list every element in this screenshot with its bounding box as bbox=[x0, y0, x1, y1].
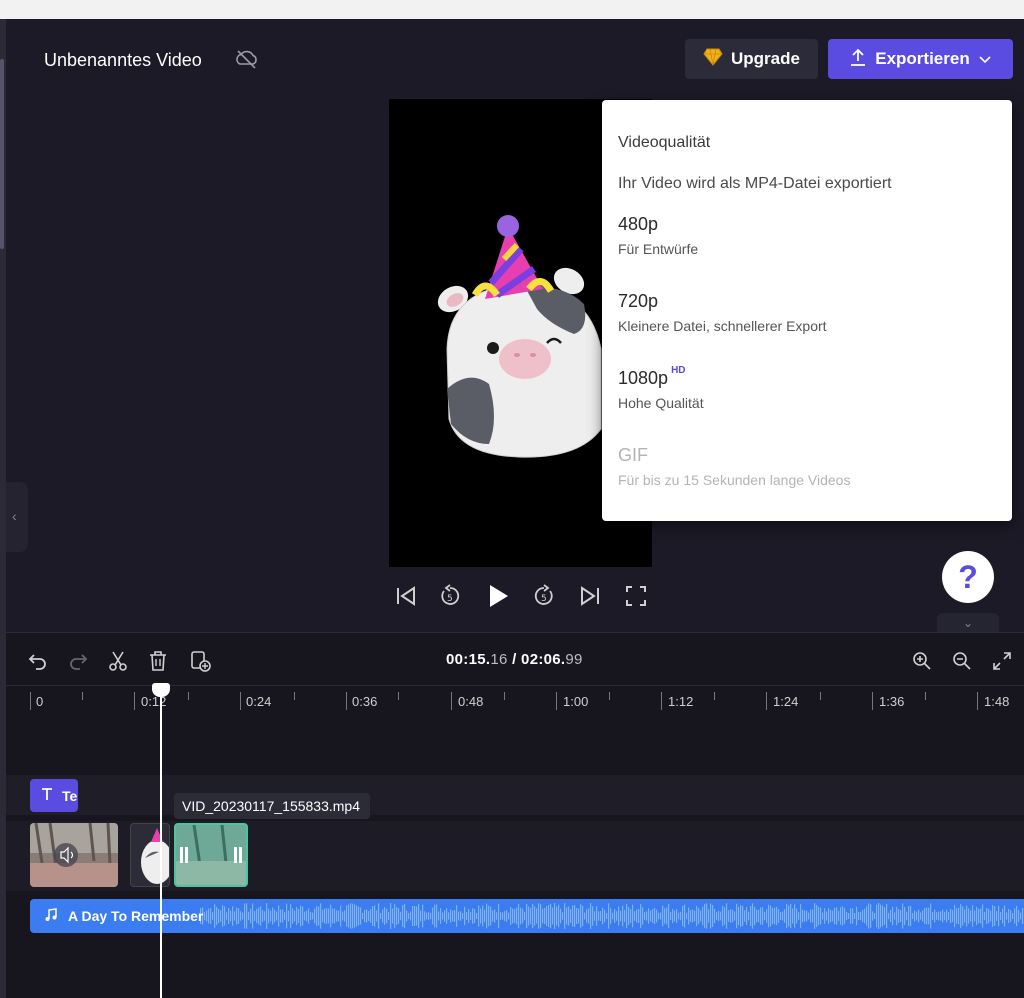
upload-icon bbox=[849, 47, 867, 72]
fullscreen-icon[interactable] bbox=[622, 582, 650, 610]
option-480p[interactable]: 480p Für Entwürfe bbox=[618, 214, 998, 257]
option-1080p[interactable]: 1080p HD Hohe Qualität bbox=[618, 365, 998, 411]
option-label: GIF bbox=[618, 445, 648, 465]
zoom-out-icon[interactable] bbox=[950, 649, 974, 673]
option-label: 1080p bbox=[618, 368, 669, 388]
ruler-label: 0:36 bbox=[352, 694, 378, 709]
forward-5-icon[interactable]: 5 bbox=[530, 582, 558, 610]
sticker-clip[interactable] bbox=[130, 823, 170, 887]
video-clip-1[interactable] bbox=[30, 823, 118, 887]
browser-top-strip bbox=[0, 0, 1024, 19]
upgrade-button[interactable]: Upgrade bbox=[685, 39, 818, 79]
editor-header: Unbenanntes Video Upgrade Exportieren bbox=[6, 19, 1024, 89]
menu-subtitle: Ihr Video wird als MP4-Datei exportiert bbox=[618, 175, 892, 192]
clip-thumbnail bbox=[30, 823, 118, 887]
audio-clip[interactable]: A Day To Remember bbox=[30, 899, 1024, 933]
option-label: 720p bbox=[618, 291, 659, 311]
zoom-in-icon[interactable] bbox=[910, 649, 934, 673]
skip-forward-icon[interactable] bbox=[576, 582, 604, 610]
undo-icon[interactable] bbox=[26, 649, 50, 673]
option-label: 480p bbox=[618, 214, 659, 234]
option-description: Für bis zu 15 Sekunden lange Videos bbox=[618, 472, 851, 488]
ruler-label: 1:24 bbox=[773, 694, 799, 709]
help-button[interactable]: ? bbox=[942, 551, 994, 603]
timecode: 00:15.16 / 02:06.99 bbox=[446, 651, 583, 668]
upgrade-label: Upgrade bbox=[731, 49, 800, 68]
clip-thumbnail bbox=[176, 825, 246, 885]
playhead-handle[interactable] bbox=[152, 683, 170, 697]
project-title[interactable]: Unbenanntes Video bbox=[44, 50, 202, 71]
option-description: Für Entwürfe bbox=[618, 241, 699, 257]
redo-icon[interactable] bbox=[66, 649, 90, 673]
left-panel-toggle[interactable]: ‹ bbox=[6, 482, 28, 552]
export-quality-menu: Videoqualität Ihr Video wird als MP4-Dat… bbox=[602, 100, 1012, 521]
text-clip-label: Te bbox=[62, 787, 78, 804]
option-description: Hohe Qualität bbox=[618, 395, 704, 411]
option-720p[interactable]: 720p Kleinere Datei, schnellerer Export bbox=[618, 291, 998, 334]
ruler-label: 0 bbox=[36, 694, 44, 709]
text-clip[interactable]: Te bbox=[30, 779, 78, 812]
play-icon[interactable] bbox=[484, 582, 512, 610]
playhead[interactable] bbox=[160, 685, 162, 998]
audio-clip-label: A Day To Remember bbox=[68, 908, 204, 924]
export-label: Exportieren bbox=[875, 49, 970, 68]
chevron-left-icon: ‹ bbox=[12, 508, 17, 524]
trash-icon[interactable] bbox=[146, 649, 170, 673]
ruler-label: 1:36 bbox=[879, 694, 905, 709]
current-frames: 16 bbox=[490, 651, 508, 668]
ruler-label: 1:12 bbox=[668, 694, 694, 709]
export-button[interactable]: Exportieren bbox=[828, 39, 1013, 79]
ruler-label: 1:48 bbox=[984, 694, 1010, 709]
total-frames: 99 bbox=[565, 651, 583, 668]
scissors-icon[interactable] bbox=[106, 649, 130, 673]
add-media-icon[interactable] bbox=[188, 649, 212, 673]
clip-thumbnail bbox=[141, 828, 169, 884]
ruler-label: 0:48 bbox=[458, 694, 484, 709]
fit-timeline-icon[interactable] bbox=[990, 649, 1014, 673]
cloud-off-icon[interactable] bbox=[233, 47, 267, 71]
chevron-down-icon: ⌄ bbox=[962, 616, 974, 630]
diamond-icon bbox=[703, 48, 723, 71]
playback-controls: 5 5 bbox=[392, 582, 652, 612]
chevron-down-icon bbox=[978, 49, 992, 69]
scrollbar[interactable] bbox=[0, 59, 4, 249]
hd-badge: HD bbox=[671, 365, 686, 376]
svg-text:5: 5 bbox=[447, 594, 453, 604]
option-gif: GIF Für bis zu 15 Sekunden lange Videos bbox=[618, 445, 998, 488]
text-icon bbox=[40, 787, 54, 804]
ruler-label: 0:24 bbox=[246, 694, 272, 709]
option-description: Kleinere Datei, schnellerer Export bbox=[618, 318, 827, 334]
rewind-5-icon[interactable]: 5 bbox=[436, 582, 464, 610]
menu-heading: Videoqualität bbox=[618, 134, 711, 151]
text-track bbox=[6, 775, 1024, 815]
collapse-preview-button[interactable]: ⌄ bbox=[937, 613, 999, 633]
clip-tooltip: VID_20230117_155833.mp4 bbox=[174, 793, 370, 819]
skip-back-icon[interactable] bbox=[392, 582, 420, 610]
video-clip-selected[interactable] bbox=[174, 823, 248, 887]
music-note-icon bbox=[44, 907, 58, 925]
current-time: 00:15. bbox=[446, 651, 491, 668]
ruler-label: 1:00 bbox=[563, 694, 589, 709]
time-separator: / bbox=[507, 651, 522, 668]
total-time: 02:06. bbox=[521, 651, 566, 668]
timeline-panel: 00:15.16 / 02:06.99 0 0:12 0:24 0:36 0:4… bbox=[6, 632, 1024, 998]
svg-text:5: 5 bbox=[541, 594, 547, 604]
